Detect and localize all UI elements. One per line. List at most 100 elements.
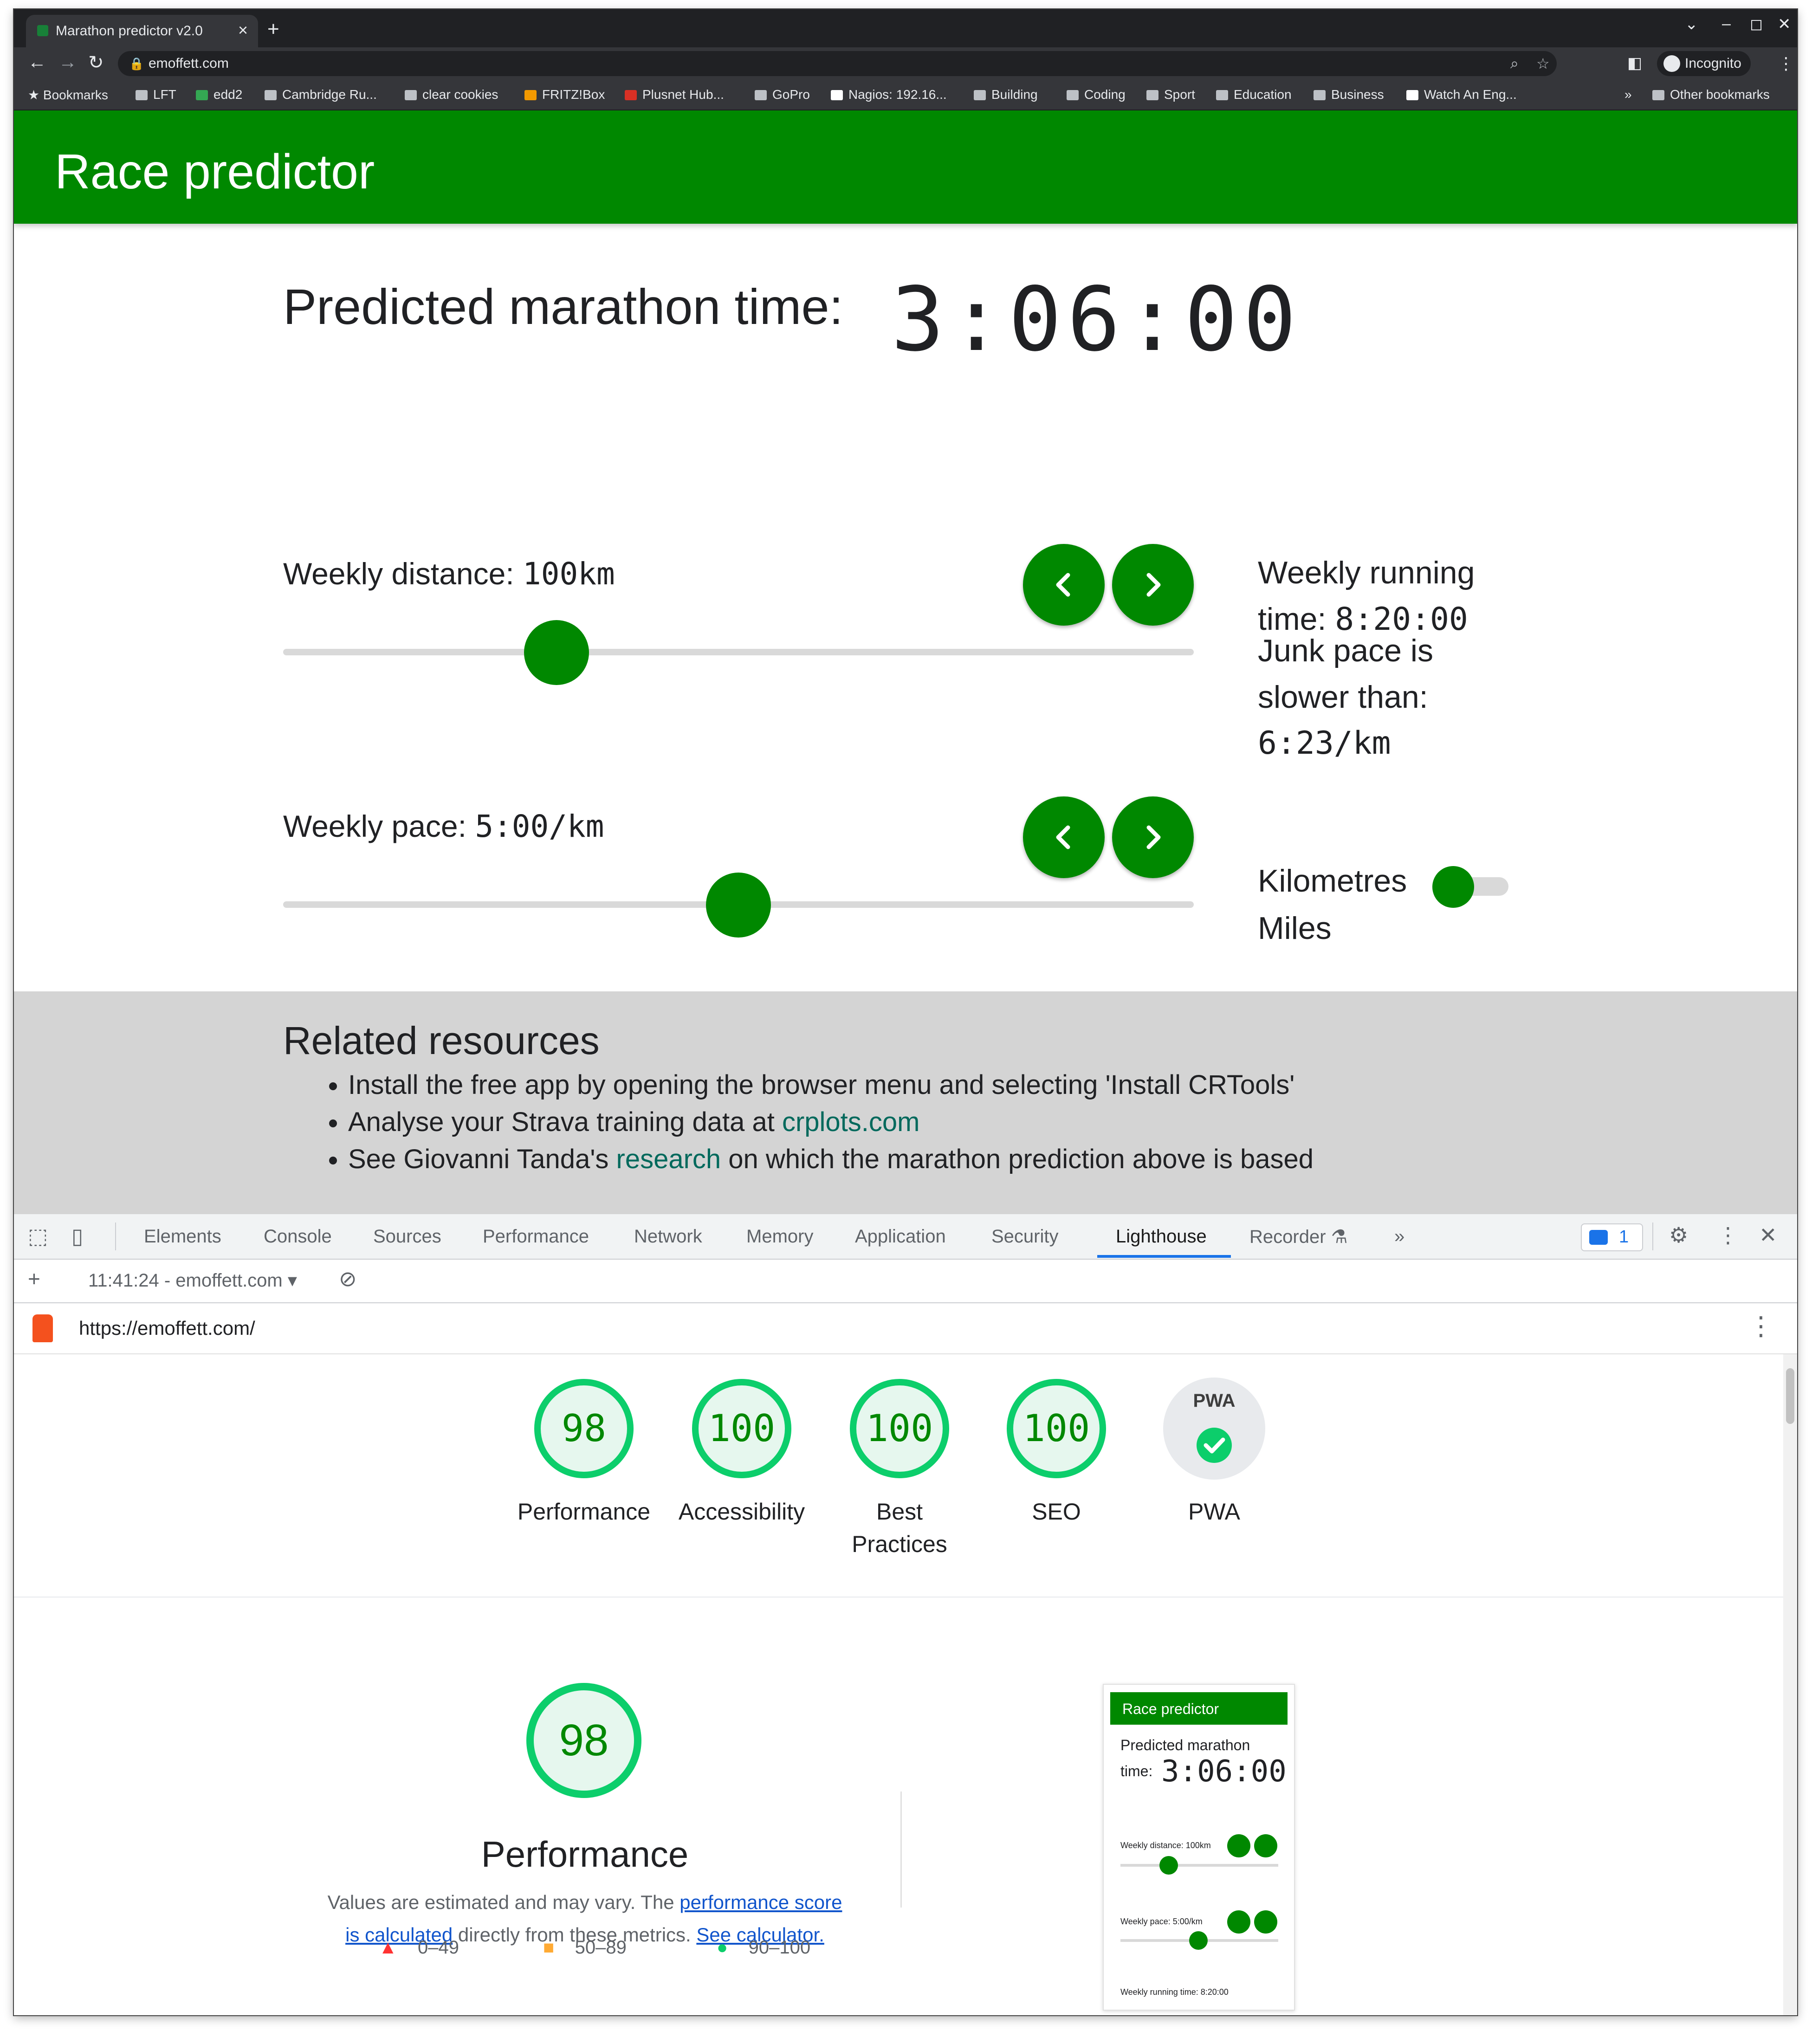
bookmark-folder[interactable]: Education (1216, 87, 1292, 102)
gauge-best-practices[interactable]: 100 (848, 1377, 951, 1481)
report-url: https://emoffett.com/ (79, 1317, 255, 1339)
predicted-time-label: Predicted marathon time: (283, 278, 843, 335)
page-screenshot-thumbnail[interactable]: Race predictor Predicted marathon time: … (1103, 1684, 1295, 2011)
issues-counter[interactable]: 1 (1581, 1223, 1643, 1251)
gauge-performance[interactable]: 98 (532, 1377, 636, 1481)
lighthouse-toolbar: + 11:41:24 - emoffett.com ▾ ⊘ (14, 1260, 1797, 1303)
gauge-accessibility[interactable]: 100 (690, 1377, 794, 1481)
thumbnail-right-button (1254, 1910, 1277, 1934)
report-scrollbar[interactable] (1783, 1354, 1797, 2015)
lock-icon[interactable]: 🔒 (129, 57, 144, 71)
forward-icon[interactable]: → (58, 52, 77, 73)
bookmark-star-icon[interactable]: ☆ (1536, 55, 1550, 72)
reload-icon[interactable]: ↻ (88, 52, 104, 73)
list-item: Install the free app by opening the brow… (348, 1067, 1314, 1104)
incognito-label: Incognito (1685, 56, 1741, 71)
gauge-best-practices-label: Best Practices (852, 1499, 947, 1557)
maximize-icon[interactable]: ◻ (1750, 15, 1763, 33)
thumbnail-pace: Weekly pace: 5:00/km (1120, 1917, 1203, 1926)
tab-elements[interactable]: Elements (144, 1226, 221, 1247)
gauge-pwa[interactable]: PWA (1162, 1377, 1266, 1481)
bookmark-item[interactable]: LFT (136, 87, 176, 102)
bookmark-item[interactable]: ★ Bookmarks (28, 87, 108, 103)
junk-pace-value: 6:23/km (1258, 725, 1391, 762)
bookmark-item[interactable]: GoPro (755, 87, 810, 102)
related-resources: Related resources Install the free app b… (14, 991, 1797, 1214)
more-tabs-icon[interactable]: » (1394, 1226, 1404, 1247)
bookmark-item[interactable]: clear cookies (405, 87, 498, 102)
close-window-icon[interactable]: ✕ (1778, 15, 1791, 33)
scrollbar-thumb[interactable] (1786, 1368, 1794, 1424)
clear-reports-icon[interactable]: ⊘ (339, 1266, 357, 1291)
bookmark-item[interactable]: Cambridge Ru... (265, 87, 377, 102)
bookmarks-bar: ★ Bookmarks LFT edd2 Cambridge Ru... cle… (14, 80, 1797, 110)
tab-title: Marathon predictor v2.0 (56, 23, 203, 39)
thumbnail-running-time: Weekly running time: 8:20:00 (1120, 1987, 1229, 1997)
tab-recorder[interactable]: Recorder ⚗ (1249, 1226, 1348, 1248)
tab-sources[interactable]: Sources (373, 1226, 441, 1247)
close-devtools-icon[interactable]: ✕ (1759, 1223, 1777, 1248)
gauge-accessibility-label: Accessibility (678, 1499, 805, 1525)
weekly-pace-label: Weekly pace: 5:00/km (283, 809, 604, 844)
browser-menu-icon[interactable]: ⋮ (1778, 54, 1794, 73)
bookmark-item[interactable]: edd2 (196, 87, 242, 102)
bookmark-folder[interactable]: Business (1314, 87, 1384, 102)
new-tab-icon[interactable]: + (267, 18, 279, 41)
bookmark-item[interactable]: FRITZ!Box (524, 87, 605, 102)
tab-close-icon[interactable]: × (238, 20, 248, 40)
other-bookmarks-folder[interactable]: Other bookmarks (1652, 87, 1770, 102)
distance-increase-button[interactable] (1112, 544, 1194, 626)
device-toolbar-icon[interactable]: ▯ (71, 1223, 83, 1248)
tab-application[interactable]: Application (855, 1226, 946, 1247)
bookmark-folder[interactable]: Coding (1067, 87, 1126, 102)
pace-increase-button[interactable] (1112, 796, 1194, 878)
devtools-tab-bar: ⬚ ▯ Elements Console Sources Performance… (14, 1214, 1797, 1260)
tab-memory[interactable]: Memory (746, 1226, 813, 1247)
browser-tab[interactable]: Marathon predictor v2.0 × (26, 15, 258, 47)
gauge-seo[interactable]: 100 (1004, 1377, 1108, 1481)
tab-security[interactable]: Security (991, 1226, 1059, 1247)
bookmark-folder[interactable]: Sport (1146, 87, 1195, 102)
research-link[interactable]: research (616, 1144, 721, 1174)
bookmark-item[interactable]: Plusnet Hub... (625, 87, 724, 102)
minimize-icon[interactable]: – (1722, 15, 1731, 33)
distance-decrease-button[interactable] (1023, 544, 1105, 626)
tab-network[interactable]: Network (634, 1226, 702, 1247)
side-panel-icon[interactable]: ◧ (1627, 54, 1642, 72)
weekly-pace-slider-thumb[interactable] (706, 873, 771, 938)
back-icon[interactable]: ← (28, 52, 46, 73)
thumbnail-app-bar: Race predictor (1110, 1692, 1288, 1725)
report-menu-icon[interactable]: ⋮ (1748, 1311, 1774, 1341)
units-toggle-knob[interactable] (1432, 866, 1474, 908)
report-select[interactable]: 11:41:24 - emoffett.com ▾ (88, 1270, 297, 1291)
lighthouse-logo-icon (32, 1314, 53, 1342)
crplots-link[interactable]: crplots.com (782, 1107, 920, 1137)
address-url[interactable]: emoffett.com (149, 56, 229, 71)
address-bar[interactable]: 🔒 emoffett.com ⌕ ☆ (118, 51, 1557, 76)
app-title: Race predictor (55, 144, 375, 199)
weekly-distance-slider-thumb[interactable] (524, 620, 589, 685)
bookmark-item[interactable]: Watch An Eng... (1406, 87, 1517, 102)
tab-performance[interactable]: Performance (483, 1226, 589, 1247)
gauge-pwa-label: PWA (1188, 1499, 1241, 1525)
tab-lighthouse[interactable]: Lighthouse (1116, 1226, 1207, 1247)
incognito-badge[interactable]: Incognito (1657, 51, 1751, 76)
tab-console[interactable]: Console (264, 1226, 332, 1247)
pace-decrease-button[interactable] (1023, 796, 1105, 878)
tab-search-icon[interactable]: ⌄ (1685, 15, 1698, 33)
bookmarks-overflow-icon[interactable]: » (1624, 87, 1632, 102)
bookmark-item[interactable]: Nagios: 192.16... (831, 87, 947, 102)
tab-strip: Marathon predictor v2.0 × + ⌄ – ◻ ✕ (14, 9, 1797, 47)
devtools-menu-icon[interactable]: ⋮ (1717, 1223, 1739, 1248)
settings-gear-icon[interactable]: ⚙ (1669, 1223, 1688, 1248)
zoom-icon[interactable]: ⌕ (1510, 55, 1519, 72)
thumbnail-left-button (1227, 1910, 1250, 1934)
chevron-left-icon (1056, 573, 1070, 597)
weekly-distance-slider[interactable] (283, 649, 1194, 655)
new-report-icon[interactable]: + (28, 1266, 40, 1291)
devtools-panel: ⬚ ▯ Elements Console Sources Performance… (14, 1214, 1797, 2015)
chevron-right-icon (1146, 573, 1161, 597)
inspect-element-icon[interactable]: ⬚ (28, 1223, 48, 1248)
bookmark-folder[interactable]: Building (974, 87, 1038, 102)
divider (14, 1597, 1783, 1598)
